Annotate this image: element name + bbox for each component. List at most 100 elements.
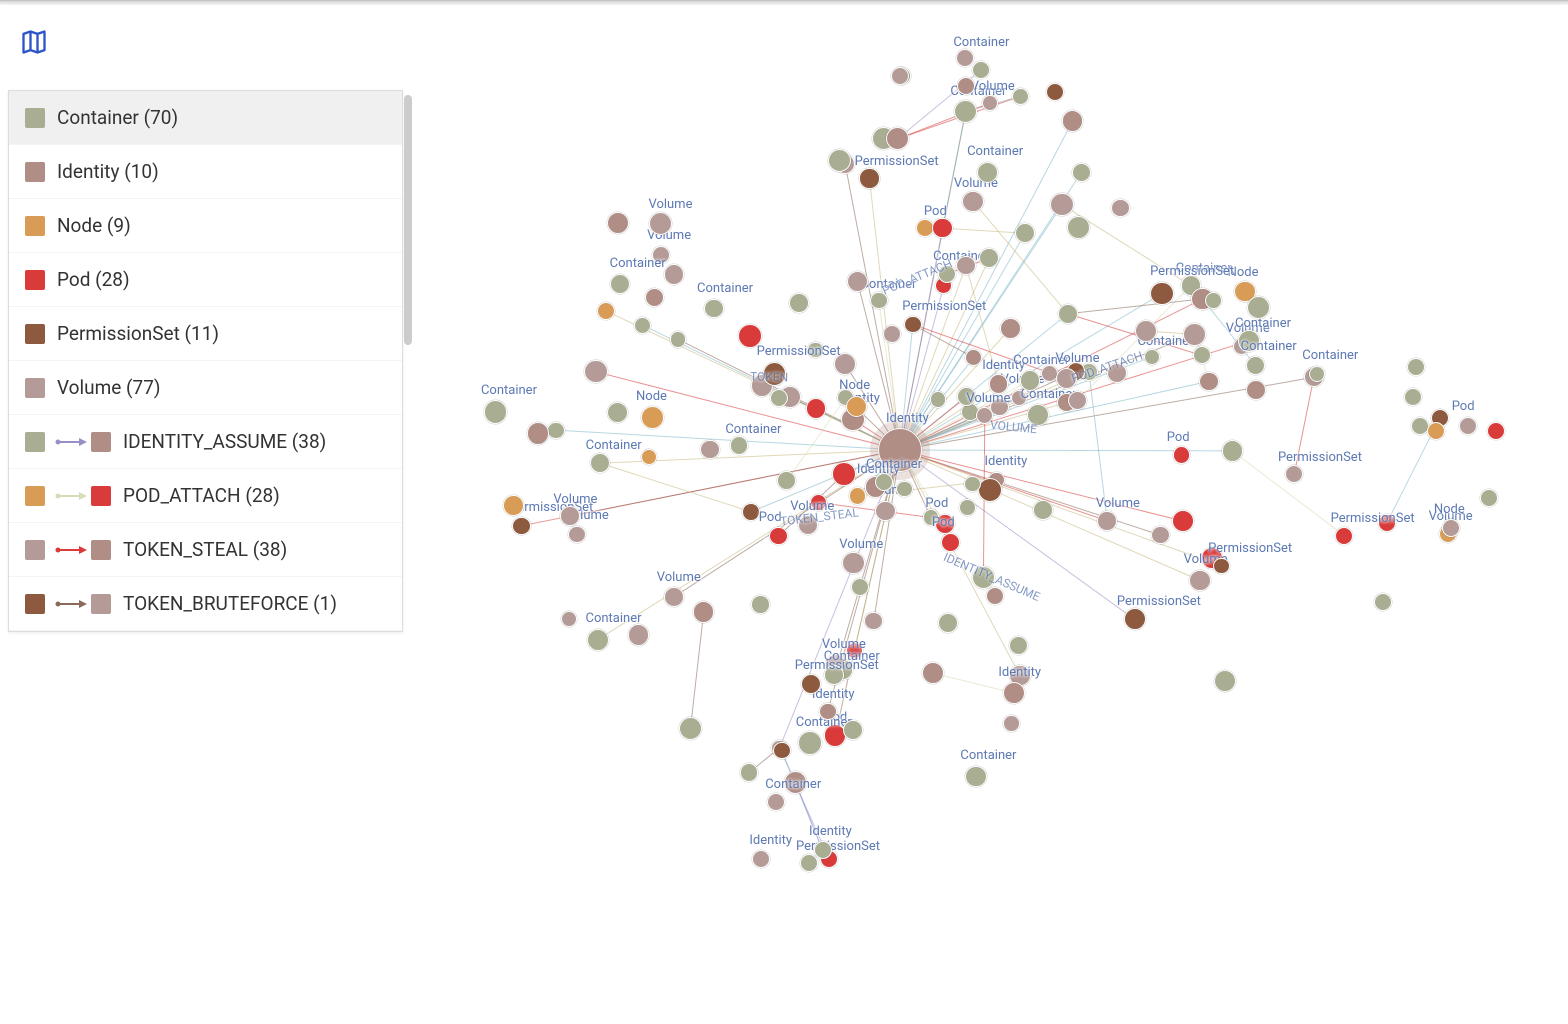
graph-node[interactable] (597, 302, 615, 320)
graph-node[interactable] (751, 595, 770, 614)
legend-item-node[interactable]: Node (9) (9, 199, 402, 253)
graph-node[interactable] (738, 324, 762, 348)
graph-node[interactable] (512, 517, 530, 535)
graph-node[interactable] (742, 503, 760, 521)
graph-node[interactable] (1407, 358, 1425, 376)
graph-node[interactable] (978, 478, 1002, 502)
graph-node[interactable] (1199, 372, 1218, 391)
graph-node[interactable] (1068, 391, 1087, 410)
graph-node[interactable] (875, 501, 895, 521)
graph-node[interactable] (824, 665, 844, 685)
graph-node[interactable] (641, 406, 664, 429)
graph-node[interactable] (1378, 514, 1396, 532)
graph-node[interactable] (834, 353, 856, 375)
graph-node[interactable] (1124, 608, 1146, 630)
graph-node[interactable] (1183, 323, 1206, 346)
graph-node[interactable] (1097, 511, 1116, 530)
graph-node[interactable] (941, 533, 960, 552)
graph-node[interactable] (1000, 318, 1021, 339)
graph-node[interactable] (801, 674, 822, 695)
graph-node[interactable] (977, 162, 998, 183)
graph-node[interactable] (904, 316, 921, 333)
legend-edge-identity_assume[interactable]: IDENTITY_ASSUME (38) (9, 415, 402, 469)
graph-node[interactable] (547, 422, 564, 439)
graph-node[interactable] (930, 391, 947, 408)
graph-node[interactable] (1135, 320, 1157, 342)
graph-node[interactable] (1003, 682, 1025, 704)
graph-node[interactable] (560, 506, 579, 525)
map-icon[interactable] (20, 28, 48, 60)
graph-node[interactable] (1009, 636, 1028, 655)
graph-node[interactable] (1238, 330, 1259, 351)
graph-node[interactable] (740, 763, 758, 781)
graph-node[interactable] (1214, 670, 1236, 692)
graph-node[interactable] (587, 629, 609, 651)
graph-node[interactable] (784, 771, 807, 794)
legend-edge-pod_attach[interactable]: POD_ATTACH (28) (9, 469, 402, 523)
graph-node[interactable] (1020, 370, 1040, 390)
graph-node[interactable] (1033, 500, 1053, 520)
graph-node[interactable] (503, 495, 523, 515)
graph-node[interactable] (989, 374, 1008, 393)
graph-node[interactable] (1027, 404, 1049, 426)
graph-node[interactable] (846, 396, 867, 417)
graph-node[interactable] (628, 624, 649, 645)
graph-node[interactable] (810, 494, 827, 511)
graph-node[interactable] (849, 487, 866, 504)
graph-node[interactable] (1172, 510, 1194, 532)
graph-node[interactable] (693, 601, 714, 622)
graph-node[interactable] (807, 342, 824, 359)
graph-node[interactable] (730, 436, 748, 454)
graph-node[interactable] (923, 509, 940, 526)
graph-node[interactable] (704, 299, 724, 319)
graph-node[interactable] (938, 613, 958, 633)
graph-node[interactable] (789, 293, 809, 313)
graph-node[interactable] (1189, 570, 1210, 591)
graph-node[interactable] (859, 168, 879, 188)
legend-item-volume[interactable]: Volume (77) (9, 361, 402, 415)
legend-scrollbar[interactable] (404, 95, 412, 345)
graph-node[interactable] (956, 256, 975, 275)
graph-node[interactable] (664, 264, 685, 285)
legend-item-pod[interactable]: Pod (28) (9, 253, 402, 307)
legend-edge-token_bruteforce[interactable]: TOKEN_BRUTEFORCE (1) (9, 577, 402, 631)
graph-node[interactable] (843, 720, 863, 740)
graph-node[interactable] (1335, 527, 1353, 545)
graph-node[interactable] (773, 742, 791, 760)
graph-node[interactable] (828, 149, 851, 172)
graph-canvas[interactable]: IdentityVolumePermissionSetContainerPodP… (420, 0, 1568, 1024)
graph-node[interactable] (798, 731, 822, 755)
graph-node[interactable] (1487, 422, 1505, 440)
legend-item-container[interactable]: Container (70) (9, 91, 402, 145)
graph-node[interactable] (1404, 388, 1422, 406)
legend-item-permissionset[interactable]: PermissionSet (11) (9, 307, 402, 361)
graph-node[interactable] (645, 288, 664, 307)
graph-node[interactable] (965, 766, 987, 788)
graph-node[interactable] (767, 793, 785, 811)
legend-item-identity[interactable]: Identity (10) (9, 145, 402, 199)
graph-node[interactable] (610, 274, 630, 294)
graph-node[interactable] (1111, 199, 1129, 217)
graph-node[interactable] (700, 440, 720, 460)
graph-node[interactable] (957, 77, 975, 95)
graph-node[interactable] (1058, 304, 1078, 324)
graph-node[interactable] (584, 360, 607, 383)
graph-node[interactable] (1067, 216, 1090, 239)
graph-node[interactable] (763, 362, 787, 386)
graph-node[interactable] (896, 481, 912, 497)
graph-node[interactable] (798, 515, 818, 535)
graph-node[interactable] (875, 473, 893, 491)
graph-node[interactable] (878, 428, 922, 472)
graph-node[interactable] (1144, 349, 1161, 366)
graph-node[interactable] (814, 841, 832, 859)
graph-node[interactable] (1050, 193, 1073, 216)
graph-node[interactable] (1193, 346, 1211, 364)
graph-node[interactable] (870, 292, 888, 310)
graph-node[interactable] (634, 317, 651, 334)
graph-node[interactable] (847, 271, 868, 292)
graph-node[interactable] (891, 67, 909, 85)
graph-node[interactable] (962, 191, 983, 212)
graph-node[interactable] (777, 471, 796, 490)
graph-node[interactable] (664, 587, 684, 607)
legend-edge-token_steal[interactable]: TOKEN_STEAL (38) (9, 523, 402, 577)
